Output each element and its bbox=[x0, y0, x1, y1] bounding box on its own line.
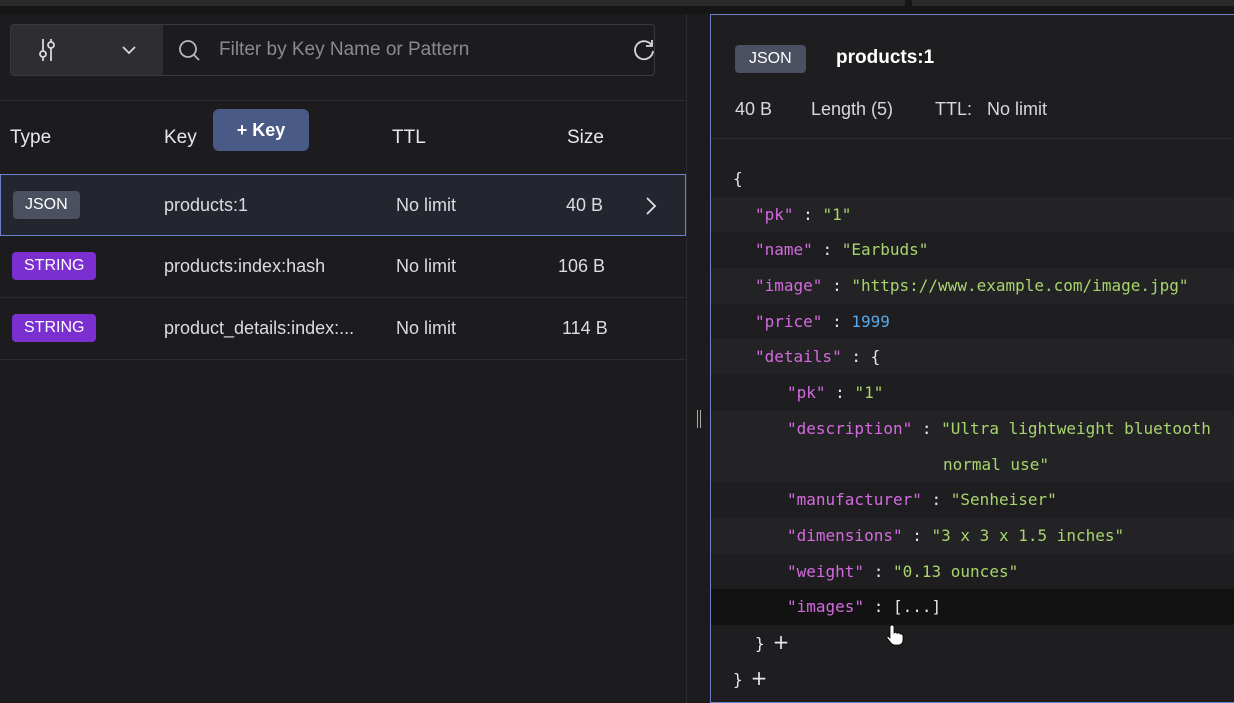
json-line[interactable]: "dimensions" : "3 x 3 x 1.5 inches" bbox=[711, 517, 1234, 554]
key-size: 106 B bbox=[558, 256, 606, 276]
type-badge: STRING bbox=[12, 252, 97, 280]
json-line[interactable]: "name" : "Earbuds" bbox=[711, 232, 1234, 268]
table-row[interactable]: JSON products:1 No limit 40 B bbox=[0, 174, 686, 236]
type-badge: JSON bbox=[13, 191, 80, 219]
json-line: } + bbox=[733, 665, 768, 690]
chevron-right-icon bbox=[646, 197, 657, 215]
header-type: Type bbox=[10, 127, 52, 148]
detail-type-badge: JSON bbox=[735, 45, 806, 73]
key-name: products:1 bbox=[164, 195, 249, 215]
json-line[interactable]: "pk" : "1" bbox=[711, 196, 1234, 233]
key-type-filter-dropdown[interactable] bbox=[11, 25, 163, 75]
search-icon bbox=[179, 40, 200, 61]
top-bar-right bbox=[912, 0, 1234, 6]
table-header: Type Key + Key TTL Size bbox=[0, 100, 686, 174]
key-details-header: JSON products:1 40 B Length (5) TTL: No … bbox=[711, 15, 1234, 139]
hand-pointer-cursor-icon bbox=[886, 624, 904, 646]
json-line[interactable]: "details" : { bbox=[711, 339, 1234, 376]
keys-panel: Type Key + Key TTL Size JSON products:1 … bbox=[0, 14, 686, 703]
json-line[interactable]: "manufacturer" : "Senheiser" bbox=[711, 482, 1234, 518]
key-ttl: No limit bbox=[396, 256, 457, 276]
detail-key-name[interactable]: products:1 bbox=[836, 47, 934, 69]
add-key-button[interactable]: + Key bbox=[213, 109, 309, 151]
expand-array-button[interactable]: [...] bbox=[893, 597, 941, 616]
table-row[interactable]: STRING products:index:hash No limit 106 … bbox=[0, 236, 686, 298]
json-viewer: { "pk" : "1" "name" : "Earbuds" "image" … bbox=[711, 161, 1234, 696]
json-line[interactable]: "pk" : "1" bbox=[711, 375, 1234, 411]
detail-length: Length (5) bbox=[811, 99, 894, 119]
key-name: products:index:hash bbox=[164, 256, 326, 276]
chevron-down-icon bbox=[122, 46, 136, 55]
table-row[interactable]: STRING product_details:index:... No limi… bbox=[0, 298, 686, 360]
json-line[interactable]: "weight" : "0.13 ounces" bbox=[711, 554, 1234, 590]
json-line[interactable]: "image" : "https://www.example.com/image… bbox=[711, 268, 1234, 304]
detail-size: 40 B bbox=[735, 99, 773, 119]
drag-grip-icon bbox=[697, 410, 701, 428]
window-top-strip bbox=[0, 0, 1234, 14]
key-ttl: No limit bbox=[396, 318, 457, 338]
key-size: 114 B bbox=[562, 318, 608, 338]
type-badge: STRING bbox=[12, 314, 97, 342]
json-line: { bbox=[733, 169, 743, 188]
detail-ttl-label: TTL: bbox=[935, 99, 973, 119]
search-input[interactable] bbox=[219, 33, 619, 67]
key-size: 40 B bbox=[566, 195, 604, 215]
add-field-button[interactable]: + bbox=[773, 630, 790, 654]
header-ttl: TTL bbox=[392, 127, 426, 148]
header-size: Size bbox=[567, 127, 604, 148]
key-details-panel: JSON products:1 40 B Length (5) TTL: No … bbox=[710, 14, 1234, 703]
key-ttl: No limit bbox=[396, 195, 457, 215]
json-line[interactable]: "description" : "Ultra lightweight bluet… bbox=[711, 410, 1234, 447]
json-line: } + bbox=[755, 629, 790, 654]
header-key: Key bbox=[164, 127, 197, 148]
json-line[interactable]: "price" : 1999 bbox=[711, 304, 1234, 340]
add-field-button[interactable]: + bbox=[751, 666, 768, 690]
detail-ttl-value[interactable]: No limit bbox=[987, 99, 1047, 120]
panel-resize-handle[interactable] bbox=[686, 14, 710, 703]
key-name: product_details:index:... bbox=[164, 318, 355, 338]
filter-sliders-icon bbox=[39, 39, 55, 61]
refresh-icon[interactable] bbox=[631, 37, 657, 63]
top-bar-left bbox=[0, 0, 905, 6]
filter-bar bbox=[10, 24, 655, 76]
json-line: normal use" bbox=[711, 446, 1234, 483]
json-line[interactable]: "images" : [...] bbox=[711, 589, 1234, 625]
